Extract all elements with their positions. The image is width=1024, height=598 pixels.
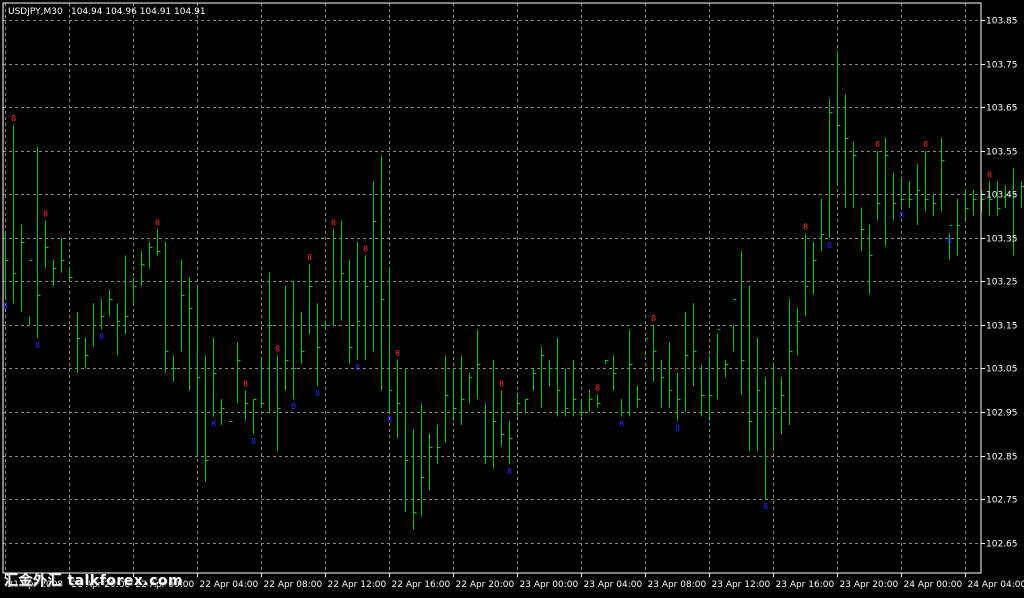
y-tick-label: 103.15	[986, 322, 1018, 332]
down-fractal-marker: 8	[3, 302, 8, 311]
y-tick-label: 102.65	[986, 540, 1018, 550]
up-fractal-marker: 8	[307, 253, 312, 262]
up-fractal-marker: 8	[651, 314, 656, 323]
y-tick-label: 103.85	[986, 17, 1018, 27]
x-tick-label: 23 Apr 12:00	[712, 580, 771, 590]
up-fractal-marker: 8	[395, 349, 400, 358]
up-fractal-marker: 8	[11, 114, 16, 123]
up-fractal-marker: 8	[331, 218, 336, 227]
down-fractal-marker: 8	[827, 241, 832, 250]
y-tick-label: 103.05	[986, 365, 1018, 375]
y-tick-label: 103.75	[986, 61, 1018, 71]
up-fractal-marker: 8	[987, 170, 992, 179]
watermark: 汇金外汇 talkforex.com	[4, 570, 183, 590]
x-tick-label: 22 Apr 08:00	[264, 580, 323, 590]
price-chart[interactable]: 888888888888888888888888888888888888 103…	[0, 0, 1024, 594]
x-tick-label: 23 Apr 20:00	[840, 580, 899, 590]
y-tick-label: 102.85	[986, 453, 1018, 463]
down-fractal-marker: 8	[675, 424, 680, 433]
y-tick-label: 102.95	[986, 409, 1018, 419]
ohlc-readout: 104.94 104.96 104.91 104.91	[71, 7, 206, 17]
down-fractal-marker: 8	[947, 237, 952, 246]
x-tick-label: 22 Apr 04:00	[200, 580, 259, 590]
down-fractal-marker: 8	[619, 419, 624, 428]
up-fractal-marker: 8	[155, 218, 160, 227]
y-tick-label: 103.55	[986, 148, 1018, 158]
up-fractal-marker: 8	[275, 344, 280, 353]
down-fractal-marker: 8	[99, 332, 104, 341]
down-fractal-marker: 8	[211, 419, 216, 428]
up-fractal-marker: 8	[499, 379, 504, 388]
down-fractal-marker: 8	[291, 402, 296, 411]
x-tick-label: 23 Apr 16:00	[776, 580, 835, 590]
up-fractal-marker: 8	[595, 384, 600, 393]
down-fractal-marker: 8	[763, 502, 768, 511]
y-tick-label: 103.35	[986, 235, 1018, 245]
y-tick-label: 103.65	[986, 104, 1018, 114]
x-tick-label: 23 Apr 08:00	[648, 580, 707, 590]
x-tick-label: 24 Apr 04:00	[968, 580, 1024, 590]
symbol-title: USDJPY,M30	[8, 7, 63, 17]
chart-background	[0, 0, 1024, 594]
up-fractal-marker: 8	[363, 244, 368, 253]
down-fractal-marker: 8	[355, 363, 360, 372]
up-fractal-marker: 8	[923, 140, 928, 149]
up-fractal-marker: 8	[803, 223, 808, 232]
x-tick-label: 23 Apr 04:00	[584, 580, 643, 590]
down-fractal-marker: 8	[35, 341, 40, 350]
x-tick-label: 22 Apr 16:00	[392, 580, 451, 590]
down-fractal-marker: 8	[315, 389, 320, 398]
y-tick-label: 102.75	[986, 496, 1018, 506]
x-tick-label: 24 Apr 00:00	[904, 580, 963, 590]
down-fractal-marker: 8	[251, 437, 256, 446]
up-fractal-marker: 8	[875, 140, 880, 149]
y-tick-label: 103.45	[986, 191, 1018, 201]
up-fractal-marker: 8	[243, 379, 248, 388]
down-fractal-marker: 8	[387, 415, 392, 424]
down-fractal-marker: 8	[899, 211, 904, 220]
chart-window[interactable]: 888888888888888888888888888888888888 103…	[0, 0, 1024, 594]
y-tick-label: 103.25	[986, 278, 1018, 288]
x-tick-label: 22 Apr 12:00	[328, 580, 387, 590]
down-fractal-marker: 8	[507, 467, 512, 476]
x-tick-label: 23 Apr 00:00	[520, 580, 579, 590]
x-tick-label: 22 Apr 20:00	[456, 580, 515, 590]
up-fractal-marker: 8	[43, 210, 48, 219]
